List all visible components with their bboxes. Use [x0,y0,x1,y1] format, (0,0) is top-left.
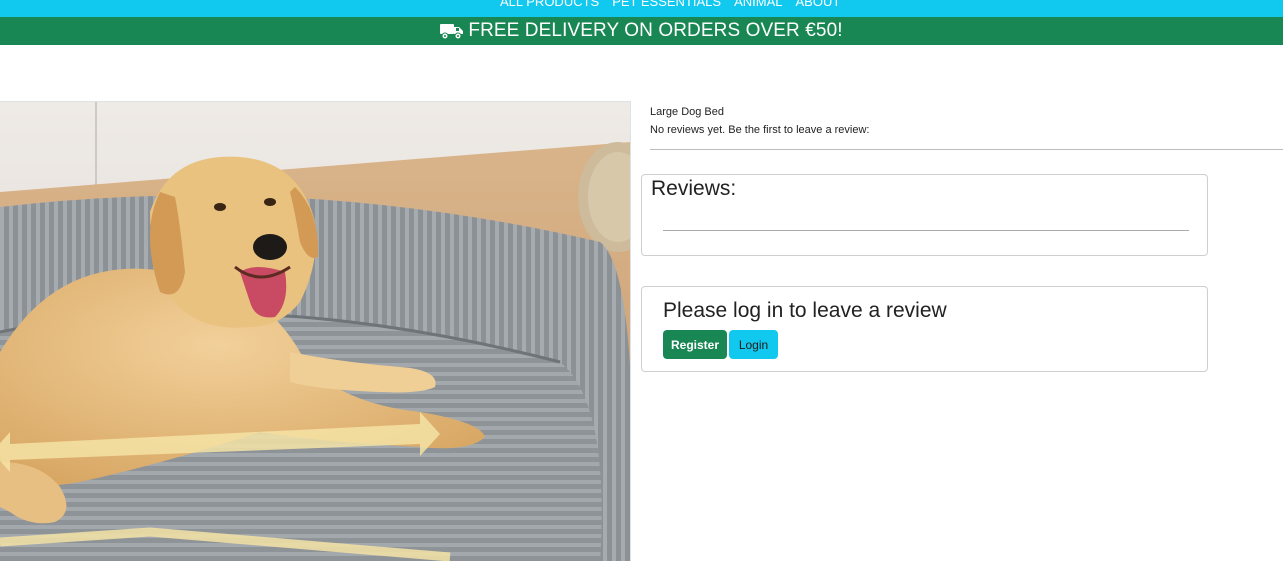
nav-item-about[interactable]: ABOUT [795,0,840,9]
reviews-card: Reviews: [641,174,1208,256]
nav-links: ALL PRODUCTS PET ESSENTIALS ANIMAL ABOUT [500,0,840,9]
nav-item-animal[interactable]: ANIMAL [734,0,782,9]
product-info: Large Dog Bed No reviews yet. Be the fir… [650,103,869,139]
truck-icon [440,22,464,40]
register-button[interactable]: Register [663,330,727,359]
login-prompt-card: Please log in to leave a review Register… [641,286,1208,372]
promo-banner: FREE DELIVERY ON ORDERS OVER €50! [0,17,1283,45]
review-prompt: No reviews yet. Be the first to leave a … [650,124,870,136]
login-button[interactable]: Login [729,330,778,359]
top-nav: ALL PRODUCTS PET ESSENTIALS ANIMAL ABOUT [0,0,1283,17]
login-prompt-title: Please log in to leave a review [663,299,947,322]
nav-item-all-products[interactable]: ALL PRODUCTS [500,0,599,9]
product-name: Large Dog Bed [650,106,724,118]
nav-item-pet-essentials[interactable]: PET ESSENTIALS [612,0,721,9]
reviews-title: Reviews: [651,177,737,200]
product-image [0,102,630,561]
product-image-frame [0,101,631,561]
promo-text: FREE DELIVERY ON ORDERS OVER €50! [468,20,843,41]
reviews-divider [663,230,1189,231]
divider [650,149,1283,150]
